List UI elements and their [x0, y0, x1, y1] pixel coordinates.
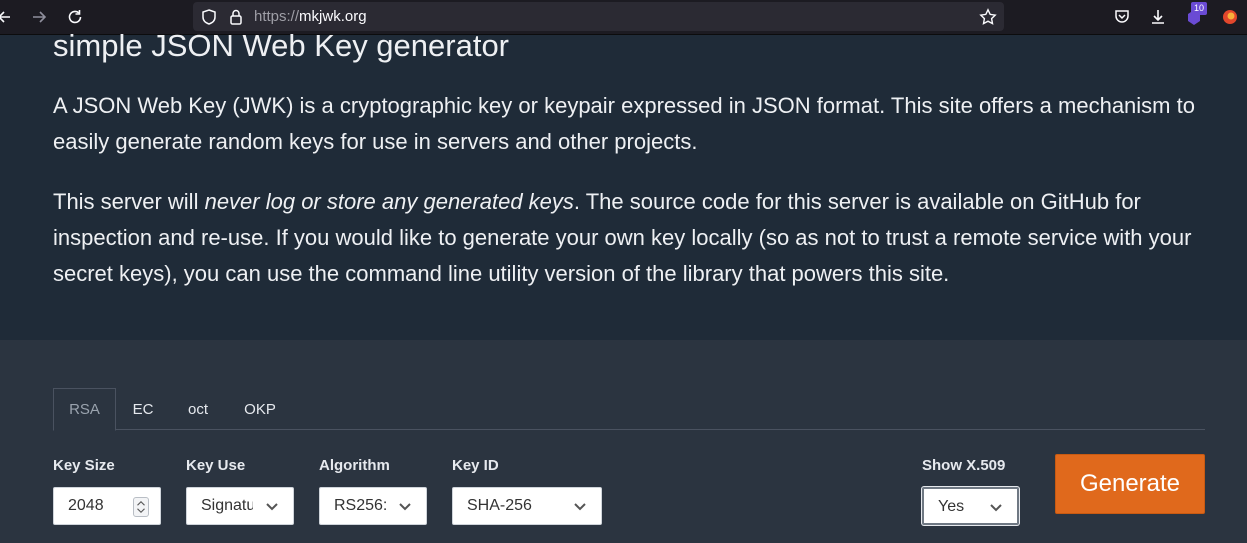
tab-ec[interactable]: EC	[123, 388, 163, 430]
back-button[interactable]	[0, 5, 18, 29]
firefox-icon	[1223, 10, 1237, 24]
chevron-down-icon	[990, 504, 1002, 512]
key-id-label: Key ID	[452, 457, 499, 474]
key-size-label: Key Size	[53, 457, 115, 474]
key-generator-form: RSA EC oct OKP Key Size 2048 Key Use Sig…	[0, 340, 1247, 543]
tab-okp[interactable]: OKP	[235, 388, 285, 430]
key-size-stepper[interactable]	[133, 497, 149, 517]
key-use-value: Signatu	[201, 497, 253, 514]
shield-icon[interactable]	[200, 8, 218, 26]
show-x509-label: Show X.509	[922, 457, 1006, 474]
key-use-label: Key Use	[186, 457, 246, 474]
key-type-tabs: RSA EC oct OKP	[53, 388, 1205, 431]
show-x509-value: Yes	[938, 498, 965, 515]
algorithm-label: Algorithm	[319, 457, 390, 474]
chevron-down-icon	[266, 503, 278, 511]
key-use-select[interactable]: Signatu	[186, 487, 294, 525]
back-arrow-icon	[0, 11, 10, 23]
url-host: mkjwk.org	[299, 8, 367, 25]
key-size-value: 2048	[68, 497, 104, 514]
privacy-text-start: This server will	[53, 189, 205, 214]
key-id-value: SHA-256	[467, 497, 532, 514]
chevron-down-icon	[399, 503, 411, 511]
generate-button[interactable]: Generate	[1055, 454, 1205, 514]
forward-button[interactable]	[26, 5, 52, 29]
algorithm-value: RS256:	[334, 497, 388, 514]
chevron-down-icon	[574, 503, 586, 511]
hero-section: simple JSON Web Key generator A JSON Web…	[0, 28, 1247, 340]
tab-rsa[interactable]: RSA	[53, 388, 116, 431]
firefox-menu-button[interactable]	[1217, 5, 1243, 29]
download-icon	[1152, 10, 1164, 24]
lock-icon[interactable]	[227, 8, 245, 26]
show-x509-select[interactable]: Yes	[922, 487, 1019, 525]
reload-icon	[68, 10, 82, 24]
key-id-select[interactable]: SHA-256	[452, 487, 602, 525]
downloads-button[interactable]	[1145, 5, 1171, 29]
extension-badge: 10	[1191, 2, 1207, 15]
forward-arrow-icon	[33, 11, 47, 23]
stepper-arrows-icon	[137, 500, 145, 514]
intro-paragraph: A JSON Web Key (JWK) is a cryptographic …	[53, 93, 1195, 154]
reload-button[interactable]	[62, 5, 88, 29]
pocket-button[interactable]	[1109, 5, 1135, 29]
key-size-input[interactable]: 2048	[53, 487, 161, 525]
pocket-icon	[1115, 10, 1129, 23]
page-title: simple JSON Web Key generator	[53, 28, 510, 63]
tab-oct[interactable]: oct	[179, 388, 217, 430]
url-text[interactable]: https://mkjwk.org	[254, 8, 367, 25]
privacy-emphasis: never log or store any generated keys	[204, 189, 574, 214]
bookmark-star-icon[interactable]	[979, 8, 997, 26]
address-bar[interactable]: https://mkjwk.org	[193, 2, 1004, 31]
privacy-paragraph: This server will never log or store any …	[53, 184, 1213, 292]
algorithm-select[interactable]: RS256:	[319, 487, 427, 525]
url-scheme: https://	[254, 8, 300, 25]
